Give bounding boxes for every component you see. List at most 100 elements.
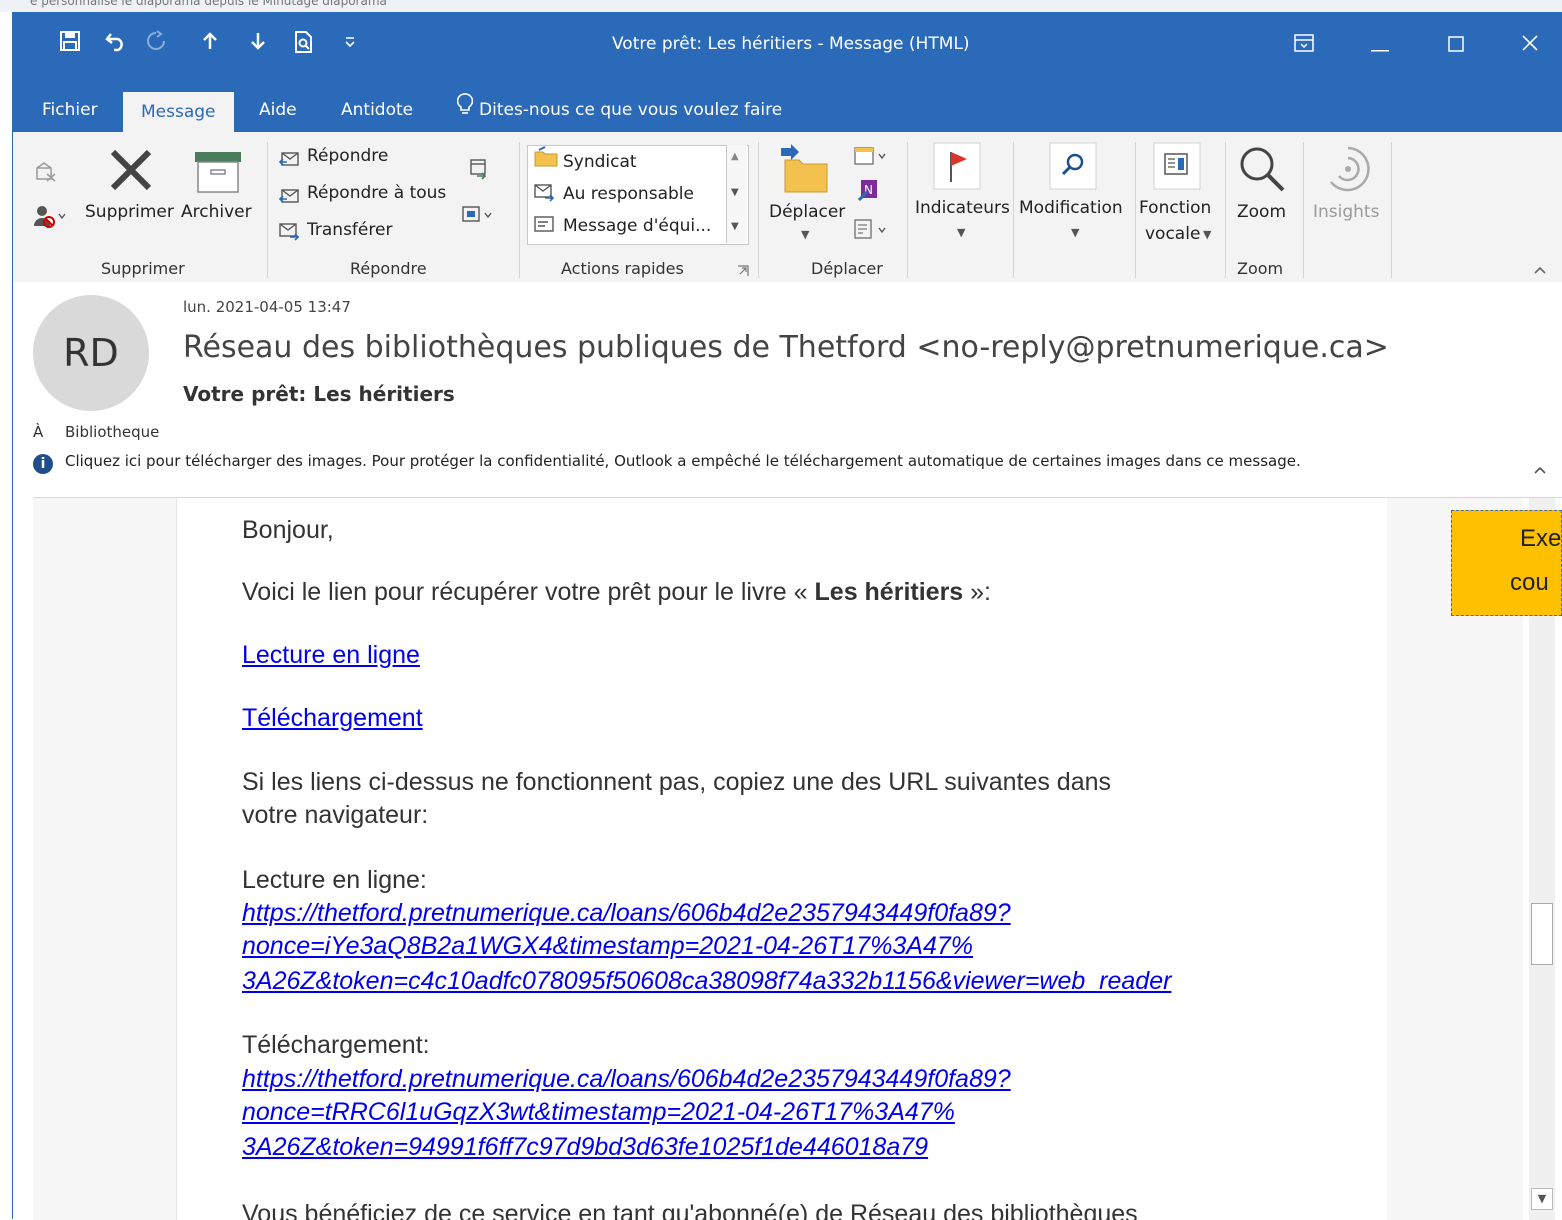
- message-subject: Votre prêt: Les héritiers: [183, 382, 455, 406]
- scroll-down-icon[interactable]: ▼: [1531, 1188, 1553, 1210]
- zoom-button[interactable]: Zoom: [1237, 202, 1286, 222]
- callout-text: Exe: [1520, 525, 1562, 552]
- scrollbar-thumb[interactable]: [1531, 903, 1553, 965]
- onenote-icon[interactable]: N: [857, 178, 881, 206]
- undo-icon[interactable]: [101, 30, 131, 60]
- customize-icon[interactable]: [335, 30, 365, 58]
- tab-fichier[interactable]: Fichier: [42, 88, 98, 132]
- body-left-margin: [33, 498, 177, 1220]
- message-body: Bonjour, Voici le lien pour récupérer vo…: [33, 497, 1562, 1220]
- close-icon[interactable]: [1507, 26, 1553, 66]
- callout-box: Exe cou: [1451, 510, 1562, 616]
- ribbon-separator: [1013, 142, 1014, 278]
- move-folder-icon[interactable]: [777, 144, 831, 198]
- download-url[interactable]: https://thetford.pretnumerique.ca/loans/…: [242, 1063, 1011, 1096]
- ignore-icon[interactable]: [35, 160, 57, 186]
- lightbulb-icon: [456, 88, 474, 132]
- redo-icon[interactable]: [141, 30, 171, 60]
- quick-steps-scroll[interactable]: ▲ ▼ ▼: [726, 145, 747, 243]
- group-label-actions-rapides: Actions rapides: [561, 259, 684, 278]
- actions-icon[interactable]: [853, 218, 889, 244]
- read-online-link[interactable]: Lecture en ligne: [242, 639, 420, 672]
- print-preview-icon[interactable]: [289, 30, 319, 62]
- find-icon[interactable]: [1049, 142, 1097, 194]
- ribbon-display-options-icon[interactable]: [1281, 26, 1327, 66]
- background-window-strip: e personnalisé le diaporama depuis le Mi…: [0, 0, 1562, 12]
- zoom-icon[interactable]: [1237, 144, 1287, 198]
- modification-button[interactable]: Modification: [1019, 198, 1123, 218]
- collapse-ribbon-icon[interactable]: [1533, 260, 1547, 279]
- download-url[interactable]: 3A26Z&token=94991f6ff7c97d9bd3d63fe1025f…: [242, 1131, 928, 1164]
- insights-icon[interactable]: [1323, 144, 1373, 198]
- maximize-icon[interactable]: [1433, 26, 1479, 66]
- flag-icon[interactable]: [933, 142, 981, 194]
- group-label-supprimer: Supprimer: [101, 259, 185, 278]
- membership-text: Vous bénéficiez de ce service en tant qu…: [242, 1200, 1138, 1220]
- insights-button[interactable]: Insights: [1313, 202, 1379, 222]
- fallback-text: Si les liens ci-dessus ne fonctionnent p…: [242, 768, 1112, 796]
- download-url[interactable]: nonce=tRRC6l1uGqzX3wt&timestamp=2021-04-…: [242, 1096, 955, 1129]
- outlook-message-window: Votre prêt: Les héritiers - Message (HTM…: [12, 12, 1562, 1220]
- ribbon-separator: [758, 142, 759, 278]
- reply-icon: [278, 148, 300, 172]
- ribbon-tabs-bar: [13, 80, 1562, 132]
- move-dropdown-icon[interactable]: ▼: [801, 228, 809, 241]
- read-aloud-icon[interactable]: [1153, 142, 1201, 194]
- reply-all-icon: [278, 185, 300, 209]
- tab-antidote[interactable]: Antidote: [341, 88, 413, 132]
- info-icon: i: [33, 454, 53, 474]
- book-title: Les héritiers: [814, 578, 964, 606]
- download-link[interactable]: Téléchargement: [242, 702, 423, 735]
- junk-icon[interactable]: [33, 204, 67, 232]
- message-sender[interactable]: Réseau des bibliothèques publiques de Th…: [183, 330, 1389, 365]
- meeting-reply-icon[interactable]: [469, 158, 489, 184]
- delete-button[interactable]: Supprimer: [85, 202, 174, 222]
- collapse-header-icon[interactable]: [1533, 460, 1547, 479]
- rules-icon[interactable]: [853, 144, 889, 172]
- ribbon-separator: [1225, 142, 1226, 278]
- read-online-label: Lecture en ligne:: [242, 866, 427, 894]
- quick-step-item[interactable]: Au responsable: [563, 184, 694, 204]
- dialog-launcher-icon[interactable]: [737, 262, 749, 281]
- arrow-up-icon[interactable]: [195, 30, 225, 60]
- archive-icon[interactable]: [193, 150, 243, 198]
- delete-icon[interactable]: [107, 146, 155, 198]
- modification-dropdown-icon[interactable]: ▼: [1071, 226, 1079, 239]
- folder-icon: [533, 146, 559, 172]
- tell-me-search[interactable]: Dites-nous ce que vous voulez faire: [456, 88, 783, 132]
- minimize-icon[interactable]: [1357, 26, 1403, 66]
- save-icon[interactable]: [55, 30, 85, 60]
- reply-button[interactable]: Répondre: [307, 146, 388, 166]
- fallback-text-2: votre navigateur:: [242, 801, 429, 829]
- ribbon-separator: [1135, 142, 1136, 278]
- recipient[interactable]: Bibliotheque: [65, 423, 159, 441]
- tab-aide[interactable]: Aide: [259, 88, 297, 132]
- greeting: Bonjour,: [242, 516, 334, 544]
- ribbon-separator: [907, 142, 908, 278]
- read-online-url[interactable]: https://thetford.pretnumerique.ca/loans/…: [242, 897, 1011, 930]
- avatar: RD: [33, 295, 149, 411]
- group-label-zoom: Zoom: [1237, 259, 1284, 278]
- voice-function-label-2[interactable]: vocale: [1145, 224, 1200, 244]
- tab-message[interactable]: Message: [123, 92, 234, 132]
- read-online-url[interactable]: 3A26Z&token=c4c10adfc078095f50608ca38098…: [242, 965, 1171, 998]
- read-online-url[interactable]: nonce=iYe3aQ8B2a1WGX4&timestamp=2021-04-…: [242, 930, 973, 963]
- move-button[interactable]: Déplacer: [769, 202, 845, 222]
- indicators-button[interactable]: Indicateurs: [915, 198, 1010, 218]
- intro-text: Voici le lien pour récupérer votre prêt …: [242, 578, 815, 606]
- reply-all-button[interactable]: Répondre à tous: [307, 183, 446, 203]
- archive-button[interactable]: Archiver: [181, 202, 252, 222]
- window-title: Votre prêt: Les héritiers - Message (HTM…: [612, 34, 970, 54]
- arrow-down-icon[interactable]: [243, 30, 273, 60]
- voice-dropdown-icon[interactable]: ▼: [1203, 228, 1211, 241]
- indicators-dropdown-icon[interactable]: ▼: [957, 226, 965, 239]
- ribbon: Supprimer Archiver Supprimer Répondre Ré…: [13, 132, 1562, 283]
- voice-function-label[interactable]: Fonction: [1139, 198, 1211, 218]
- more-respond-icon[interactable]: [461, 204, 495, 230]
- quick-step-item[interactable]: Syndicat: [563, 152, 637, 172]
- download-images-infobar[interactable]: Cliquez ici pour télécharger des images.…: [65, 452, 1301, 470]
- forward-button[interactable]: Transférer: [307, 220, 392, 240]
- ribbon-separator: [1391, 142, 1392, 278]
- quick-step-item[interactable]: Message d'équi...: [563, 216, 711, 236]
- tell-me-label: Dites-nous ce que vous voulez faire: [479, 100, 783, 120]
